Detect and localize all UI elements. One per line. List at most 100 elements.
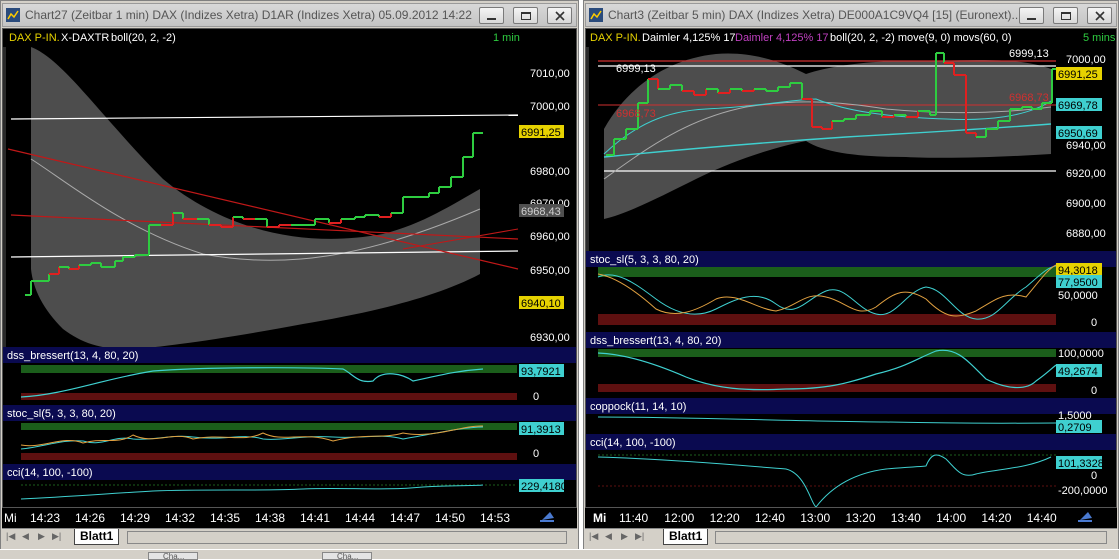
left-red-label: 6968,73 bbox=[616, 108, 656, 120]
second-instrument-label: X-DAXTR bbox=[61, 32, 109, 44]
instrument-label: DAX P-IN. bbox=[590, 32, 641, 44]
scroll-arrow-icon[interactable] bbox=[540, 512, 554, 522]
coppock-panel-label: coppock(11, 14, 10) bbox=[590, 401, 686, 413]
sheet-tabbar: |◀ ◀ ▶ ▶| Blatt1 bbox=[2, 528, 577, 546]
prev-sheet-icon[interactable]: ◀ bbox=[22, 531, 29, 542]
titlebar[interactable]: Chart3 (Zeitbar 5 min) DAX (Indizes Xetr… bbox=[585, 3, 1117, 27]
time-tick: 13:20 bbox=[846, 511, 876, 525]
price-tick: 6940,00 bbox=[1066, 140, 1106, 152]
time-tick: 14:00 bbox=[936, 511, 966, 525]
window-title: Chart27 (Zeitbar 1 min) DAX (Indizes Xet… bbox=[25, 8, 475, 22]
time-tick: 13:00 bbox=[800, 511, 830, 525]
stoc-panel-label: stoc_sl(5, 3, 3, 80, 20) bbox=[590, 254, 699, 266]
dss-panel-label: dss_bressert(13, 4, 80, 20) bbox=[590, 335, 721, 347]
third-instrument-label: Daimler 4,125% 17 bbox=[735, 32, 829, 44]
close-icon bbox=[555, 11, 565, 21]
dss-value: 93,7921 bbox=[521, 366, 561, 378]
stoc-k-value: 77,9500 bbox=[1058, 277, 1098, 289]
price-tick: 6920,00 bbox=[1066, 168, 1106, 180]
prev-sheet-icon[interactable]: ◀ bbox=[605, 531, 612, 542]
close-button[interactable] bbox=[1087, 7, 1112, 24]
stoc-scale: 50,0000 bbox=[1058, 290, 1098, 302]
taskbar: Cha... Cha... bbox=[0, 549, 1119, 560]
stoc-k-line bbox=[20, 426, 484, 450]
maximize-icon bbox=[521, 12, 531, 20]
time-tick: 14:40 bbox=[1027, 511, 1057, 525]
minimize-icon bbox=[487, 18, 496, 20]
minimize-icon bbox=[1027, 18, 1036, 20]
left-top-label: 6999,13 bbox=[616, 63, 656, 75]
time-tick: 12:40 bbox=[755, 511, 785, 525]
minimize-button[interactable] bbox=[479, 7, 504, 24]
maximize-button[interactable] bbox=[1053, 7, 1078, 24]
dss-zero: 0 bbox=[533, 391, 539, 403]
time-tick: 14:38 bbox=[255, 511, 285, 525]
indicator-label: boll(20, 2, -2) move(9, 0) movs(60, 0) bbox=[830, 32, 1012, 44]
maximize-icon bbox=[1061, 12, 1071, 20]
price-scale: 7000,00 6940,00 6920,00 6900,00 6880,00 bbox=[1066, 54, 1106, 240]
time-tick: 14:32 bbox=[165, 511, 195, 525]
close-button[interactable] bbox=[547, 7, 572, 24]
stoc-zero: 0 bbox=[1091, 317, 1097, 329]
stoc-panel-label: stoc_sl(5, 3, 3, 80, 20) bbox=[7, 408, 116, 420]
stoc-zero: 0 bbox=[533, 448, 539, 460]
dss-zero: 0 bbox=[1091, 385, 1097, 397]
day-label: Mi bbox=[593, 511, 606, 525]
stoc-value: 91,3913 bbox=[521, 424, 561, 436]
last-price-value: 6991,25 bbox=[521, 127, 561, 139]
instrument-label: DAX P-IN. bbox=[9, 32, 60, 44]
ma-value: 6969,78 bbox=[1058, 100, 1098, 112]
sheet-tab[interactable]: Blatt1 bbox=[74, 529, 120, 545]
window-title: Chart3 (Zeitbar 5 min) DAX (Indizes Xetr… bbox=[608, 8, 1018, 22]
last-sheet-icon[interactable]: ▶| bbox=[52, 531, 61, 542]
chart-canvas[interactable]: DAX P-IN. Daimler 4,125% 17 Daimler 4,12… bbox=[585, 28, 1117, 508]
minimize-button[interactable] bbox=[1019, 7, 1044, 24]
price-tick: 6900,00 bbox=[1066, 198, 1106, 210]
close-icon bbox=[1095, 11, 1105, 21]
price-tick: 7000,00 bbox=[1066, 54, 1106, 66]
cci-panel-label: cci(14, 100, -100) bbox=[590, 437, 676, 449]
second-instrument-label: Daimler 4,125% 17 bbox=[642, 32, 736, 44]
time-tick: 14:20 bbox=[981, 511, 1011, 525]
maximize-button[interactable] bbox=[513, 7, 538, 24]
chart-window-1: Chart27 (Zeitbar 1 min) DAX (Indizes Xet… bbox=[0, 0, 579, 559]
cci-value: 229,4180 bbox=[521, 481, 567, 493]
first-sheet-icon[interactable]: |◀ bbox=[6, 531, 15, 542]
dss-panel-label: dss_bressert(13, 4, 80, 20) bbox=[7, 350, 138, 362]
boll-mid-value: 6968,43 bbox=[521, 206, 561, 218]
scroll-arrow-icon[interactable] bbox=[1078, 512, 1092, 522]
horizontal-scrollbar[interactable] bbox=[715, 531, 1107, 544]
chart-window-2: Chart3 (Zeitbar 5 min) DAX (Indizes Xetr… bbox=[583, 0, 1119, 559]
price-tick: 6950,00 bbox=[530, 265, 570, 277]
red-level-label: 6968,73 bbox=[1009, 92, 1049, 104]
price-tick: 6960,00 bbox=[530, 231, 570, 243]
dss-value: 49,2674 bbox=[1058, 366, 1098, 378]
price-tick: 6930,00 bbox=[530, 332, 570, 344]
titlebar[interactable]: Chart27 (Zeitbar 1 min) DAX (Indizes Xet… bbox=[2, 3, 577, 27]
cci-line bbox=[597, 454, 1052, 507]
time-tick: 14:53 bbox=[480, 511, 510, 525]
time-axis: Mi 11:40 12:00 12:20 12:40 13:00 13:20 13:40 14… bbox=[585, 508, 1117, 528]
last-sheet-icon[interactable]: ▶| bbox=[635, 531, 644, 542]
first-sheet-icon[interactable]: |◀ bbox=[589, 531, 598, 542]
next-sheet-icon[interactable]: ▶ bbox=[38, 531, 45, 542]
low-price-value: 6940,10 bbox=[521, 298, 561, 310]
time-tick: 13:40 bbox=[891, 511, 921, 525]
time-tick: 14:29 bbox=[120, 511, 150, 525]
next-sheet-icon[interactable]: ▶ bbox=[621, 531, 628, 542]
time-axis: Mi 14:23 14:26 14:29 14:32 14:35 14:38 14:41 14… bbox=[2, 508, 577, 528]
chart-app-icon bbox=[589, 8, 603, 22]
bollinger-band bbox=[31, 47, 480, 350]
time-tick: 14:41 bbox=[300, 511, 330, 525]
horizontal-scrollbar[interactable] bbox=[127, 531, 567, 544]
top-price-label: 6999,13 bbox=[1009, 48, 1049, 60]
chart-app-icon bbox=[6, 8, 20, 22]
ma60-value: 6950,69 bbox=[1058, 128, 1098, 140]
price-tick: 7000,00 bbox=[530, 101, 570, 113]
chart-canvas[interactable]: DAX P-IN. X-DAXTR boll(20, 2, -2) 1 min … bbox=[2, 28, 577, 508]
dss-scale: 100,0000 bbox=[1058, 348, 1104, 360]
coppock-value: 0,2709 bbox=[1058, 422, 1092, 434]
coppock-line bbox=[597, 416, 1057, 424]
sheet-tab[interactable]: Blatt1 bbox=[663, 529, 709, 545]
cci-panel-label: cci(14, 100, -100) bbox=[7, 467, 93, 479]
